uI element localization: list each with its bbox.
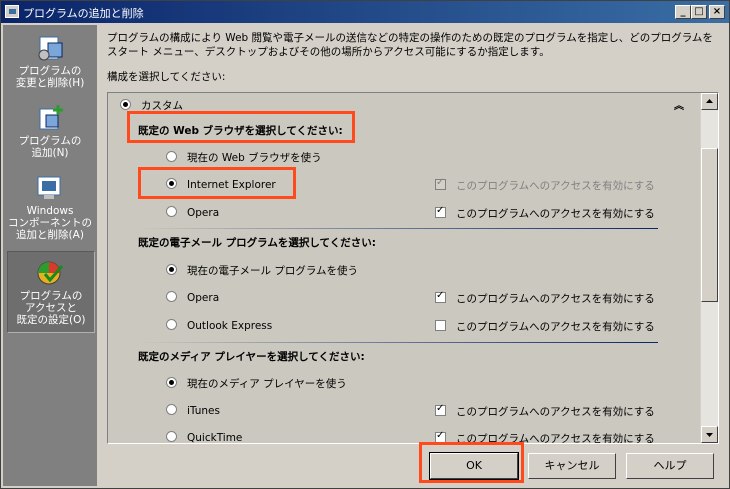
radio-outlook-express[interactable] <box>166 319 177 330</box>
access-label: このプログラムへのアクセスを有効にする <box>456 208 655 220</box>
access-label: このプログラムへのアクセスを有効にする <box>456 180 655 192</box>
main-content: プログラムの構成により Web 閲覧や電子メールの送信などの特定の操作のための既… <box>99 25 729 488</box>
option-label: 現在の Web ブラウザを使う <box>187 152 322 164</box>
option-label: iTunes <box>187 405 220 417</box>
radio-opera-browser[interactable] <box>166 206 177 217</box>
sidebar-item-label: プログラムの 変更と削除(H) <box>15 65 85 89</box>
itunes-enable-access[interactable]: このプログラムへのアクセスを有効にする <box>435 403 655 419</box>
sidebar-item-program-access[interactable]: プログラムの アクセスと 既定の設定(O) <box>7 251 95 333</box>
scroll-down-button[interactable] <box>701 426 718 443</box>
collapse-chevron-icon[interactable]: ︽ <box>674 97 684 112</box>
windows-components-icon <box>34 173 66 203</box>
add-remove-programs-window: プログラムの追加と削除 _ □ × プログラムの 変更と削除(H) プログラムの… <box>0 0 730 489</box>
ie-enable-access: このプログラムへのアクセスを有効にする <box>435 177 655 193</box>
add-programs-icon <box>34 103 66 133</box>
maximize-button[interactable]: □ <box>691 5 707 19</box>
checkbox-opera-browser-access[interactable] <box>435 205 446 218</box>
highlight-internet-explorer <box>138 167 296 199</box>
highlight-ok-button <box>419 442 524 483</box>
close-button[interactable]: × <box>709 5 725 19</box>
option-itunes[interactable]: iTunes <box>166 404 220 417</box>
option-label: Outlook Express <box>187 320 273 332</box>
sidebar-item-add[interactable]: プログラムの 追加(N) <box>7 103 93 159</box>
sidebar-item-label: プログラムの アクセスと 既定の設定(O) <box>16 290 86 326</box>
arrow-up-icon <box>706 99 713 103</box>
checkbox-ie-access <box>435 177 446 190</box>
configuration-list-body: カスタム ︽ 既定の Web ブラウザを選択してください: 現在の Web ブラ… <box>108 93 700 443</box>
section-divider <box>138 342 658 343</box>
option-opera-email[interactable]: Opera <box>166 291 219 304</box>
checkbox-itunes-access[interactable] <box>435 403 446 416</box>
option-label: QuickTime <box>187 432 243 444</box>
highlight-web-browser-title <box>127 111 355 143</box>
radio-opera-email[interactable] <box>166 291 177 302</box>
option-label: 現在のメディア プレイヤーを使う <box>187 378 347 390</box>
configuration-list[interactable]: カスタム ︽ 既定の Web ブラウザを選択してください: 現在の Web ブラ… <box>107 92 719 444</box>
outlook-enable-access[interactable]: このプログラムへのアクセスを有効にする <box>435 319 655 334</box>
radio-custom[interactable] <box>120 99 131 110</box>
opera-browser-enable-access[interactable]: このプログラムへのアクセスを有効にする <box>435 205 655 221</box>
radio-quicktime[interactable] <box>166 431 177 442</box>
radio-current-browser[interactable] <box>166 151 177 162</box>
access-label: このプログラムへのアクセスを有効にする <box>456 293 655 305</box>
option-current-browser[interactable]: 現在の Web ブラウザを使う <box>166 150 322 165</box>
sidebar-item-label: Windows コンポーネントの 追加と削除(A) <box>8 205 92 241</box>
sidebar-item-change-remove[interactable]: プログラムの 変更と削除(H) <box>7 33 93 89</box>
cancel-button[interactable]: キャンセル <box>528 453 616 479</box>
option-opera-browser[interactable]: Opera <box>166 206 219 219</box>
option-outlook-express[interactable]: Outlook Express <box>166 319 272 332</box>
checkbox-outlook-access[interactable] <box>435 320 446 331</box>
change-remove-programs-icon <box>34 33 66 63</box>
option-label: Opera <box>187 292 220 304</box>
arrow-down-icon <box>706 433 713 437</box>
vertical-scrollbar[interactable] <box>701 93 718 443</box>
title-bar[interactable]: プログラムの追加と削除 _ □ × <box>1 1 729 23</box>
program-access-defaults-icon <box>35 258 67 288</box>
access-label: このプログラムへのアクセスを有効にする <box>456 406 655 418</box>
scroll-up-button[interactable] <box>701 93 718 110</box>
select-configuration-label: 構成を選択してください: <box>107 71 226 83</box>
help-button[interactable]: ヘルプ <box>626 453 714 479</box>
option-label: Opera <box>187 207 220 219</box>
minimize-button[interactable]: _ <box>675 5 691 19</box>
description-text: プログラムの構成により Web 閲覧や電子メールの送信などの特定の操作のための既… <box>107 32 713 58</box>
radio-current-email[interactable] <box>166 264 177 275</box>
scroll-thumb[interactable] <box>701 148 718 302</box>
section-divider <box>138 228 658 229</box>
option-quicktime[interactable]: QuickTime <box>166 431 243 444</box>
window-title: プログラムの追加と削除 <box>23 7 144 20</box>
app-icon <box>5 5 19 18</box>
radio-itunes[interactable] <box>166 404 177 415</box>
option-label: 現在の電子メール プログラムを使う <box>187 265 359 277</box>
sidebar-item-label: プログラムの 追加(N) <box>18 135 82 159</box>
option-current-email[interactable]: 現在の電子メール プログラムを使う <box>166 263 358 278</box>
section-title-media-player: 既定のメディア プレイヤーを選択してください: <box>138 351 365 363</box>
checkbox-opera-email-access[interactable] <box>435 290 446 303</box>
sidebar-item-windows-components[interactable]: Windows コンポーネントの 追加と削除(A) <box>7 173 93 241</box>
option-current-media-player[interactable]: 現在のメディア プレイヤーを使う <box>166 376 347 391</box>
sidebar: プログラムの 変更と削除(H) プログラムの 追加(N) Windows コンポ… <box>3 25 97 486</box>
opera-email-enable-access[interactable]: このプログラムへのアクセスを有効にする <box>435 290 655 306</box>
radio-current-media-player[interactable] <box>166 377 177 388</box>
access-label: このプログラムへのアクセスを有効にする <box>456 321 655 333</box>
section-title-email: 既定の電子メール プログラムを選択してください: <box>138 237 376 249</box>
